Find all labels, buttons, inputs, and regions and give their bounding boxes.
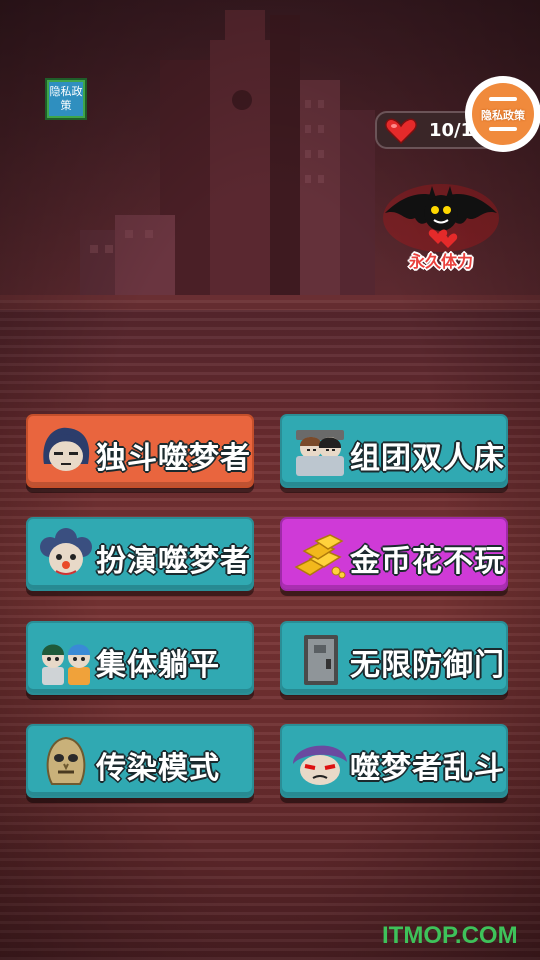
mode-label: 噬梦者乱斗 — [350, 751, 505, 786]
girl-face-icon — [43, 427, 90, 471]
mode-label: 无限防御门 — [350, 648, 505, 683]
zombie-head-icon — [46, 736, 86, 785]
permanent-energy-button[interactable]: 永久体力 — [380, 178, 502, 278]
permanent-energy-label: 永久体力 — [408, 252, 473, 271]
privacy-policy-menu-label: 隐私政策 — [481, 109, 525, 122]
mode-button-team-bed[interactable]: 组团双人床 — [280, 414, 508, 488]
mode-button-play-devourer[interactable]: 扮演噬梦者 — [26, 517, 254, 591]
couple-in-bed-icon — [296, 430, 344, 476]
menu-bar-icon — [489, 127, 517, 131]
menu-bar-icon — [489, 97, 517, 101]
mode-label: 组团双人床 — [350, 441, 505, 476]
group-kids-icon — [42, 644, 90, 685]
mode-button-solo[interactable]: 独斗噬梦者 — [26, 414, 254, 488]
mode-button-lie-flat[interactable]: 集体躺平 — [26, 621, 254, 695]
privacy-policy-menu-button[interactable]: 隐私政策 — [465, 76, 540, 152]
mode-button-infinite-door[interactable]: 无限防御门 — [280, 621, 508, 695]
site-watermark: ITMOP.COM — [382, 922, 518, 949]
mode-label: 传染模式 — [96, 751, 220, 786]
bat-icon — [383, 184, 499, 252]
privacy-policy-badge[interactable]: 隐私政策 — [45, 78, 87, 120]
mode-button-gold-coins[interactable]: 金币花不玩 — [280, 517, 508, 591]
gold-bars-icon — [294, 534, 346, 579]
privacy-policy-badge-label: 隐私政策 — [49, 85, 83, 112]
mode-label: 金币花不玩 — [350, 544, 505, 579]
mode-button-infection[interactable]: 传染模式 — [26, 724, 254, 798]
angry-face-icon — [293, 745, 347, 785]
mode-button-devourer-brawl[interactable]: 噬梦者乱斗 — [280, 724, 508, 798]
metal-door-icon — [304, 635, 338, 685]
mode-label: 扮演噬梦者 — [96, 544, 251, 579]
heart-icon — [385, 118, 417, 144]
clown-face-icon — [40, 528, 92, 575]
mode-label: 集体躺平 — [96, 648, 220, 683]
mode-label: 独斗噬梦者 — [96, 441, 251, 476]
